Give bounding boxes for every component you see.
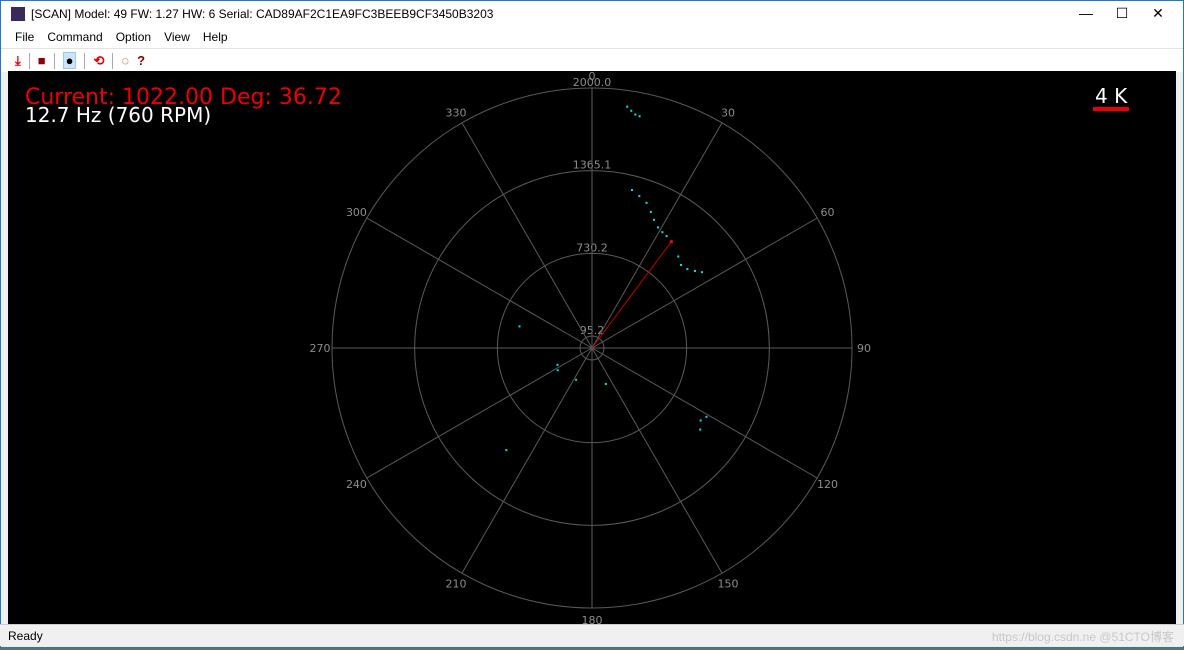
stop-icon[interactable]: ■ — [38, 53, 46, 68]
menu-command[interactable]: Command — [47, 30, 102, 44]
polar-plot: 95.2730.21365.12000.00306090120150180210… — [310, 70, 872, 627]
angle-label: 210 — [446, 578, 467, 591]
scan-point — [556, 369, 559, 372]
scan-point — [604, 382, 607, 385]
scan-point — [626, 105, 629, 108]
download-arrow-icon[interactable]: ⤓ — [15, 53, 21, 69]
angle-label: 330 — [446, 106, 467, 119]
scan-point — [649, 210, 652, 213]
scale-indicator[interactable]: 4 K — [1093, 85, 1130, 111]
toolbar-separator — [84, 52, 86, 69]
angle-label: 270 — [310, 342, 331, 355]
scan-point — [638, 115, 641, 118]
angle-spoke — [591, 347, 818, 479]
gauge-icon[interactable]: ◌ — [121, 53, 129, 68]
scan-point — [556, 363, 559, 366]
menu-option[interactable]: Option — [116, 30, 151, 44]
scan-point — [699, 428, 702, 431]
scan-point — [638, 195, 641, 198]
scan-point — [680, 263, 683, 266]
angle-spoke — [591, 122, 723, 349]
scan-point — [634, 113, 637, 116]
window-title: [SCAN] Model: 49 FW: 1.27 HW: 6 Serial: … — [31, 6, 494, 21]
scan-point — [630, 109, 633, 112]
radar-icon[interactable]: ● — [62, 52, 77, 69]
angle-label: 90 — [857, 342, 871, 355]
toolbar: ⤓ ■ ● ⟲ ◌? — [1, 48, 1183, 72]
scan-point — [575, 378, 578, 381]
scan-point — [700, 271, 703, 274]
title-bar: [SCAN] Model: 49 FW: 1.27 HW: 6 Serial: … — [1, 1, 1183, 26]
maximize-button[interactable]: ☐ — [1103, 1, 1141, 26]
scan-point — [693, 269, 696, 272]
scan-point — [630, 188, 633, 191]
close-button[interactable]: ✕ — [1139, 1, 1177, 26]
menu-file[interactable]: File — [15, 30, 34, 44]
watermark: https://blog.csdn.ne @51CTO博客 — [991, 630, 1174, 644]
refresh-icon[interactable]: ⟲ — [93, 53, 104, 69]
angle-label: 300 — [346, 206, 367, 219]
scan-point — [661, 231, 664, 234]
minimize-button[interactable]: — — [1067, 1, 1105, 26]
angle-label: 150 — [718, 578, 739, 591]
scan-point — [652, 218, 655, 221]
angle-label: 30 — [721, 106, 735, 119]
menu-help[interactable]: Help — [203, 30, 228, 44]
scan-point — [665, 235, 668, 238]
scan-point — [686, 268, 689, 271]
help-icon[interactable]: ? — [137, 53, 145, 68]
menu-view[interactable]: View — [164, 30, 190, 44]
angle-spoke — [366, 347, 593, 479]
angle-label: 60 — [821, 206, 835, 219]
frequency-readout: 12.7 Hz (760 RPM) — [25, 103, 212, 127]
angle-spoke — [461, 347, 593, 574]
scan-point — [699, 419, 702, 422]
status-text: Ready — [8, 629, 43, 643]
scan-point — [518, 325, 521, 328]
scan-point — [677, 255, 680, 258]
angle-spoke — [461, 122, 593, 349]
scan-canvas: 95.2 730.2 1365.1 2000.0 0 30 60 90 120 150 180 210… — [8, 70, 1176, 627]
angle-spoke — [591, 347, 723, 574]
app-icon — [11, 6, 25, 21]
angle-spoke — [366, 217, 593, 349]
toolbar-separator — [28, 52, 30, 69]
toolbar-separator — [53, 52, 55, 69]
scan-point — [657, 226, 660, 229]
scan-point — [645, 201, 648, 204]
current-heading-line — [591, 241, 672, 349]
angle-label: 240 — [346, 478, 367, 491]
angle-label: 120 — [817, 478, 838, 491]
menu-bar: File Command Option View Help — [1, 26, 1183, 48]
toolbar-separator — [112, 52, 114, 69]
angle-spoke — [591, 217, 818, 349]
scan-point — [705, 415, 708, 418]
current-point — [669, 240, 673, 244]
scan-point — [505, 449, 508, 452]
angle-label: 0 — [589, 71, 596, 83]
angle-label: 180 — [582, 614, 603, 624]
